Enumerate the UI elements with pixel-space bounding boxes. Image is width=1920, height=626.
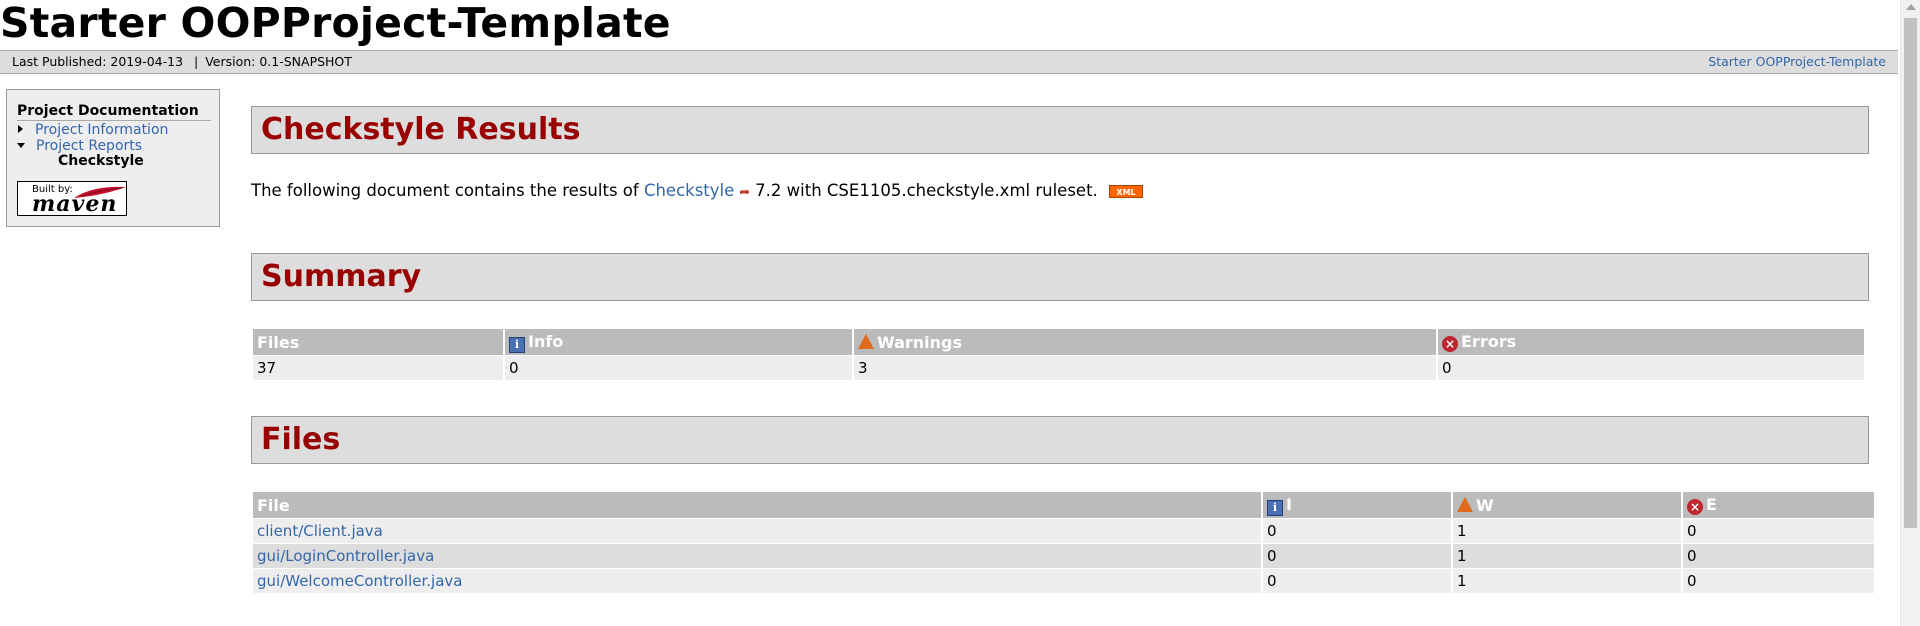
banner: Starter OOPProject-Template <box>0 0 1898 50</box>
file-warning-count: 1 <box>1453 568 1681 593</box>
file-link[interactable]: client/Client.java <box>257 522 383 540</box>
collapse-arrow-icon[interactable] <box>17 142 25 148</box>
col-info: i Info <box>505 329 852 355</box>
file-info-count: 0 <box>1263 518 1451 543</box>
scrollbar-thumb[interactable] <box>1904 18 1917 528</box>
col-errors: × Errors <box>1438 329 1864 355</box>
nav-item-label[interactable]: Project Reports <box>36 138 142 154</box>
nav-heading: Project Documentation <box>17 103 211 121</box>
nav-item-project-reports[interactable]: Project Reports <box>17 138 142 154</box>
checkstyle-link[interactable]: Checkstyle <box>644 181 734 200</box>
page-title: Checkstyle Results <box>251 106 1869 154</box>
col-info-label: Info <box>528 331 564 351</box>
col-w: W <box>1453 492 1681 518</box>
summary-warnings-count: 3 <box>854 355 1436 380</box>
file-error-count: 0 <box>1683 568 1874 593</box>
vertical-scrollbar[interactable] <box>1900 0 1920 626</box>
summary-table: Files i Info Warnings × Errors 37 0 3 0 <box>251 329 1866 380</box>
site-title: Starter OOPProject-Template <box>0 0 671 47</box>
nav-item-checkstyle-active: Checkstyle <box>58 153 144 169</box>
summary-header-row: Files i Info Warnings × Errors <box>253 329 1864 355</box>
col-i-label: I <box>1286 494 1292 514</box>
file-link[interactable]: gui/LoginController.java <box>257 547 434 565</box>
file-link[interactable]: gui/WelcomeController.java <box>257 572 462 590</box>
col-errors-label: Errors <box>1461 332 1517 351</box>
info-icon: i <box>509 336 525 353</box>
col-warnings-label: Warnings <box>877 332 963 352</box>
table-row: gui/WelcomeController.java 0 1 0 <box>253 568 1874 593</box>
badge-maven-word: maven <box>32 191 118 216</box>
col-e-label: E <box>1706 495 1717 514</box>
left-nav: Project Documentation Project Informatio… <box>6 89 220 227</box>
version-label: Version: 0.1-SNAPSHOT <box>205 54 352 69</box>
summary-values-row: 37 0 3 0 <box>253 355 1864 380</box>
breadcrumb-right: Starter OOPProject-Template <box>1708 51 1886 73</box>
intro-text: The following document contains the resu… <box>251 181 639 200</box>
built-by-maven-badge[interactable]: Built by: maven <box>17 181 127 216</box>
col-file-label: File <box>257 495 290 515</box>
file-info-count: 0 <box>1263 543 1451 568</box>
summary-errors-count: 0 <box>1438 355 1864 380</box>
col-files-label: Files <box>257 332 300 352</box>
summary-files-count: 37 <box>253 355 503 380</box>
last-published: Last Published: 2019-04-13 <box>12 54 184 69</box>
xml-report-badge[interactable]: XML <box>1109 185 1144 198</box>
intro-text-after: 7.2 with CSE1105.checkstyle.xml ruleset. <box>755 181 1098 200</box>
breadcrumbs-bar: Last Published: 2019-04-13 | Version: 0.… <box>0 50 1898 74</box>
breadcrumb-separator: | <box>193 54 199 69</box>
warning-icon <box>858 333 874 349</box>
col-e: × E <box>1683 492 1874 518</box>
col-warnings: Warnings <box>854 329 1436 355</box>
intro-paragraph: The following document contains the resu… <box>251 180 1144 204</box>
summary-info-count: 0 <box>505 355 852 380</box>
scroll-up-arrow-icon[interactable] <box>1906 4 1916 10</box>
file-error-count: 0 <box>1683 518 1874 543</box>
external-link-icon: ➦ <box>739 185 751 200</box>
col-file: File <box>253 492 1261 518</box>
file-warning-count: 1 <box>1453 543 1681 568</box>
file-error-count: 0 <box>1683 543 1874 568</box>
project-home-link[interactable]: Starter OOPProject-Template <box>1708 54 1886 69</box>
warning-icon <box>1457 496 1473 512</box>
files-header-row: File iI W × E <box>253 492 1874 518</box>
col-files: Files <box>253 329 503 355</box>
breadcrumb-left: Last Published: 2019-04-13 | Version: 0.… <box>12 51 352 73</box>
table-row: gui/LoginController.java 0 1 0 <box>253 543 1874 568</box>
files-table: File iI W × E client/Client.java 0 1 0 gu… <box>251 492 1876 593</box>
col-i: iI <box>1263 492 1451 518</box>
files-heading: Files <box>251 416 1869 464</box>
error-icon: × <box>1442 336 1458 352</box>
info-icon: i <box>1267 499 1283 516</box>
expand-arrow-icon[interactable] <box>18 125 23 133</box>
nav-item-project-information[interactable]: Project Information <box>17 122 168 138</box>
col-w-label: W <box>1476 495 1494 515</box>
file-warning-count: 1 <box>1453 518 1681 543</box>
table-row: client/Client.java 0 1 0 <box>253 518 1874 543</box>
error-icon: × <box>1687 499 1703 515</box>
summary-heading: Summary <box>251 253 1869 301</box>
nav-item-label[interactable]: Project Information <box>35 122 168 138</box>
file-info-count: 0 <box>1263 568 1451 593</box>
